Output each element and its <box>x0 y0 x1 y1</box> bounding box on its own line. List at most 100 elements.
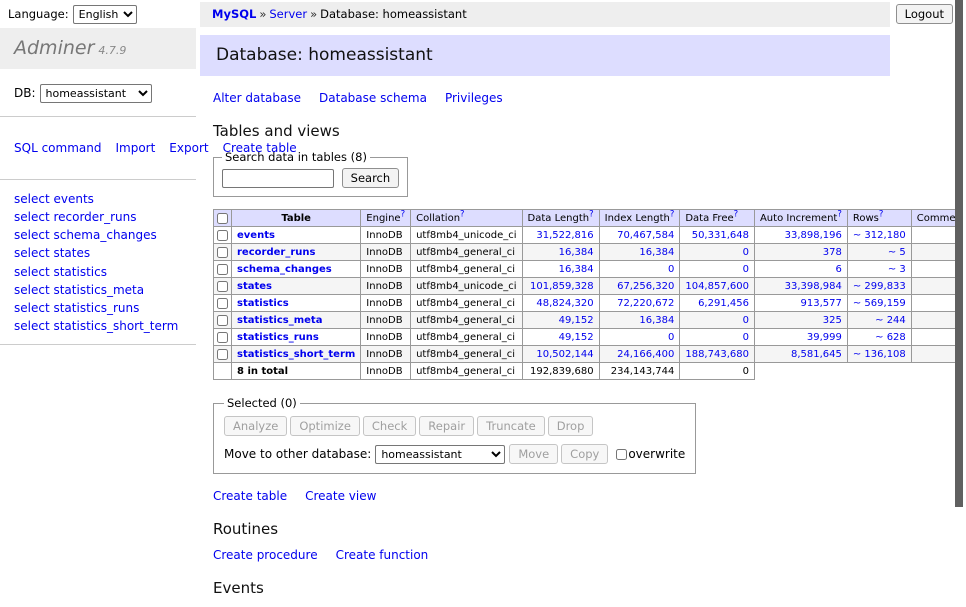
data-free-link[interactable]: 0 <box>743 315 749 326</box>
auto-increment-link[interactable]: 39,999 <box>807 332 842 343</box>
row-checkbox[interactable] <box>217 298 228 309</box>
create-view-link[interactable]: Create view <box>305 489 376 503</box>
create-table-link[interactable]: Create table <box>213 489 287 503</box>
sidebar-table-link[interactable]: select recorder_runs <box>14 208 182 226</box>
data-length-link[interactable]: 16,384 <box>559 264 594 275</box>
breadcrumb-server-link[interactable]: Server <box>269 7 307 21</box>
rows-link[interactable]: ~ 244 <box>875 315 906 326</box>
data-length-link[interactable]: 49,152 <box>559 315 594 326</box>
data-free-link[interactable]: 104,857,600 <box>685 281 749 292</box>
alter-database-link[interactable]: Alter database <box>213 91 301 105</box>
optimize-button[interactable]: Optimize <box>290 416 360 436</box>
index-length-link[interactable]: 24,166,400 <box>617 349 674 360</box>
row-checkbox[interactable] <box>217 349 228 360</box>
auto-increment-link[interactable]: 378 <box>823 247 842 258</box>
rows-link[interactable]: ~ 5 <box>888 247 906 258</box>
index-length-link[interactable]: 0 <box>668 332 674 343</box>
help-link[interactable]: ? <box>670 210 675 220</box>
overwrite-checkbox[interactable] <box>616 449 627 460</box>
data-free-link[interactable]: 6,291,456 <box>698 298 749 309</box>
sidebar-table-link[interactable]: select states <box>14 244 182 262</box>
adminer-brand-link[interactable]: Adminer <box>14 37 94 59</box>
row-checkbox[interactable] <box>217 264 228 275</box>
table-name-link[interactable]: statistics_short_term <box>237 349 355 360</box>
repair-button[interactable]: Repair <box>419 416 474 436</box>
auto-increment-link[interactable]: 33,898,196 <box>785 230 842 241</box>
search-input[interactable] <box>222 169 334 188</box>
index-length-link[interactable]: 70,467,584 <box>617 230 674 241</box>
data-free-link[interactable]: 0 <box>743 332 749 343</box>
data-length-link[interactable]: 16,384 <box>559 247 594 258</box>
row-checkbox[interactable] <box>217 281 228 292</box>
data-length-link[interactable]: 49,152 <box>559 332 594 343</box>
table-name-link[interactable]: recorder_runs <box>237 247 315 258</box>
help-link[interactable]: ? <box>837 210 842 220</box>
table-name-link[interactable]: statistics_runs <box>237 332 319 343</box>
rows-link[interactable]: ~ 569,159 <box>853 298 906 309</box>
index-length-link[interactable]: 72,220,672 <box>617 298 674 309</box>
rows-link[interactable]: ~ 136,108 <box>853 349 906 360</box>
breadcrumb-mysql-link[interactable]: MySQL <box>212 7 256 21</box>
auto-increment-link[interactable]: 33,398,984 <box>785 281 842 292</box>
move-button[interactable]: Move <box>509 444 558 464</box>
truncate-button[interactable]: Truncate <box>477 416 545 436</box>
select-all-checkbox[interactable] <box>217 213 228 224</box>
search-button[interactable]: Search <box>342 168 400 188</box>
help-link[interactable]: ? <box>401 210 406 220</box>
scrollbar-track[interactable] <box>955 0 966 543</box>
rows-link[interactable]: ~ 299,833 <box>853 281 906 292</box>
sidebar-table-link[interactable]: select schema_changes <box>14 226 182 244</box>
row-checkbox[interactable] <box>217 315 228 326</box>
data-length-link[interactable]: 31,522,816 <box>536 230 593 241</box>
rows-link[interactable]: ~ 312,180 <box>853 230 906 241</box>
sidebar-table-link[interactable]: select statistics_meta <box>14 281 182 299</box>
rows-link[interactable]: ~ 628 <box>875 332 906 343</box>
sidebar-table-link[interactable]: select statistics_short_term <box>14 317 182 335</box>
check-button[interactable]: Check <box>363 416 416 436</box>
index-length-link[interactable]: 16,384 <box>639 247 674 258</box>
table-name-link[interactable]: schema_changes <box>237 264 332 275</box>
database-schema-link[interactable]: Database schema <box>319 91 427 105</box>
drop-button[interactable]: Drop <box>548 416 594 436</box>
create-procedure-link[interactable]: Create procedure <box>213 548 318 562</box>
index-length-link[interactable]: 67,256,320 <box>617 281 674 292</box>
auto-increment-link[interactable]: 6 <box>836 264 842 275</box>
db-select[interactable]: homeassistant <box>40 84 152 103</box>
create-function-link[interactable]: Create function <box>336 548 429 562</box>
row-checkbox[interactable] <box>217 230 228 241</box>
sidebar-sql-command-link[interactable]: SQL command <box>14 141 101 155</box>
rows-link[interactable]: ~ 3 <box>888 264 906 275</box>
data-length-link[interactable]: 10,502,144 <box>536 349 593 360</box>
move-database-select[interactable]: homeassistant <box>375 445 505 464</box>
sidebar-table-link[interactable]: select statistics <box>14 263 182 281</box>
help-link[interactable]: ? <box>734 210 739 220</box>
index-length-link[interactable]: 16,384 <box>639 315 674 326</box>
scrollbar-thumb[interactable] <box>955 0 963 507</box>
analyze-button[interactable]: Analyze <box>224 416 287 436</box>
auto-increment-link[interactable]: 8,581,645 <box>791 349 842 360</box>
index-length-link[interactable]: 0 <box>668 264 674 275</box>
table-name-link[interactable]: states <box>237 281 272 292</box>
data-free-link[interactable]: 50,331,648 <box>692 230 749 241</box>
data-free-link[interactable]: 0 <box>743 264 749 275</box>
copy-button[interactable]: Copy <box>561 444 608 464</box>
auto-increment-link[interactable]: 913,577 <box>801 298 842 309</box>
sidebar-import-link[interactable]: Import <box>115 141 155 155</box>
auto-increment-link[interactable]: 325 <box>823 315 842 326</box>
help-link[interactable]: ? <box>879 210 884 220</box>
privileges-link[interactable]: Privileges <box>445 91 503 105</box>
logout-button[interactable]: Logout <box>896 4 953 24</box>
data-free-link[interactable]: 188,743,680 <box>685 349 749 360</box>
row-checkbox[interactable] <box>217 332 228 343</box>
data-length-link[interactable]: 101,859,328 <box>530 281 594 292</box>
data-free-link[interactable]: 0 <box>743 247 749 258</box>
language-select[interactable]: English <box>73 5 137 24</box>
help-link[interactable]: ? <box>460 210 465 220</box>
table-name-link[interactable]: events <box>237 230 275 241</box>
sidebar-table-link[interactable]: select events <box>14 190 182 208</box>
table-name-link[interactable]: statistics <box>237 298 289 309</box>
sidebar-table-link[interactable]: select statistics_runs <box>14 299 182 317</box>
help-link[interactable]: ? <box>589 210 594 220</box>
data-length-link[interactable]: 48,824,320 <box>536 298 593 309</box>
row-checkbox[interactable] <box>217 247 228 258</box>
